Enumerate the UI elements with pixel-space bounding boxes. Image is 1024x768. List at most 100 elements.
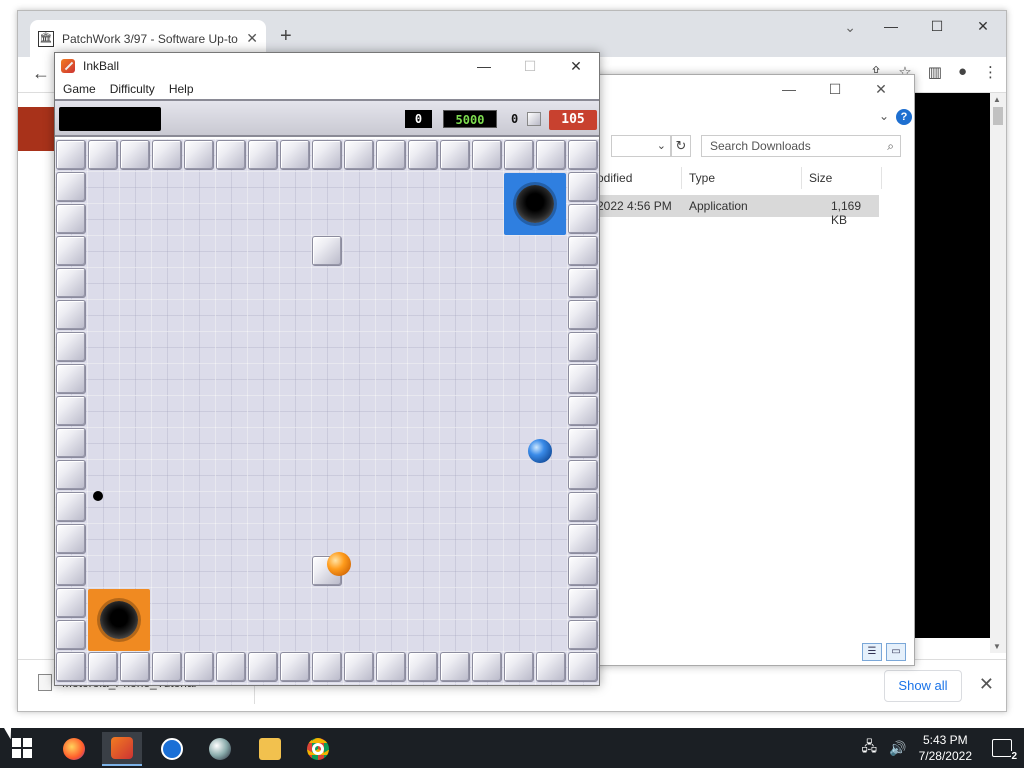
border-wall-block xyxy=(568,620,598,650)
inkball-app-icon xyxy=(61,59,75,73)
explorer-window-controls: — ☐ ✕ xyxy=(766,81,904,98)
file-row[interactable]: 2022 4:56 PM Application 1,169 KB xyxy=(561,195,879,227)
menu-game[interactable]: Game xyxy=(63,82,96,96)
border-wall-block xyxy=(56,492,86,522)
inkball-title: InkBall xyxy=(83,59,120,73)
inkball-window-controls: — ☐ ✕ xyxy=(461,53,599,79)
clock[interactable]: 5:43 PM 7/28/2022 xyxy=(919,732,972,764)
col-type[interactable]: Type xyxy=(689,171,715,185)
ribbon-expand-icon[interactable]: ⌄ xyxy=(879,109,889,123)
volume-icon[interactable]: 🔊 xyxy=(889,740,906,757)
back-arrow-icon[interactable]: ← xyxy=(32,63,50,84)
border-wall-block xyxy=(568,556,598,586)
explorer-nav-row: ⌄ ↻ Search Downloads ⌕ xyxy=(561,135,914,159)
network-icon[interactable]: 🖧 xyxy=(862,736,878,760)
search-input[interactable]: Search Downloads ⌕ xyxy=(701,135,901,157)
more-menu-icon[interactable]: ⋮ xyxy=(983,63,998,81)
teamviewer-icon[interactable] xyxy=(152,732,192,766)
border-wall-block xyxy=(440,652,470,682)
border-wall-block xyxy=(568,652,598,682)
hud-grey-count: 0 xyxy=(511,112,519,126)
border-wall-block xyxy=(568,268,598,298)
minimize-button[interactable]: — xyxy=(868,11,914,41)
clock-time: 5:43 PM xyxy=(922,733,968,747)
windows-start-icon[interactable] xyxy=(12,738,32,758)
column-headers: odified Type Size xyxy=(561,167,914,189)
border-wall-block xyxy=(472,652,502,682)
address-dropdown[interactable]: ⌄ xyxy=(611,135,671,157)
border-wall-block xyxy=(280,140,310,170)
details-view-icon[interactable]: ☰ xyxy=(862,643,882,661)
tab-search-icon[interactable]: ⌄ xyxy=(844,19,856,36)
border-wall-block xyxy=(536,652,566,682)
firefox-logo xyxy=(63,738,85,760)
border-wall-block xyxy=(184,140,214,170)
border-wall-block xyxy=(568,332,598,362)
scroll-down-icon[interactable]: ▼ xyxy=(993,642,1001,651)
file-explorer-icon[interactable] xyxy=(250,732,290,766)
sidepanel-icon[interactable]: ▥ xyxy=(928,63,942,81)
inkball-hud: 0 5000 0 105 xyxy=(55,99,599,137)
inkball-icon[interactable] xyxy=(102,732,142,766)
marble-icon[interactable] xyxy=(200,732,240,766)
border-wall-block xyxy=(344,140,374,170)
marble-logo xyxy=(209,738,231,760)
browser-window-controls: — ☐ ✕ xyxy=(868,11,1006,41)
border-wall-block xyxy=(56,268,86,298)
help-icon[interactable]: ? xyxy=(896,109,912,125)
col-modified[interactable]: odified xyxy=(597,171,632,185)
page-header-band xyxy=(18,107,58,151)
border-wall-block xyxy=(344,652,374,682)
inkball-menubar: Game Difficulty Help xyxy=(55,79,599,99)
border-wall-block xyxy=(184,652,214,682)
explorer-minimize-button[interactable]: — xyxy=(766,81,812,98)
download-bar-close-icon[interactable]: ✕ xyxy=(979,674,994,695)
inkball-minimize-button[interactable]: — xyxy=(461,53,507,79)
border-wall-block xyxy=(56,620,86,650)
explorer-close-button[interactable]: ✕ xyxy=(858,81,904,98)
folder-logo xyxy=(259,738,281,760)
border-wall-block xyxy=(248,140,278,170)
border-wall-block xyxy=(536,140,566,170)
notification-icon[interactable]: 2 xyxy=(992,739,1017,762)
search-placeholder: Search Downloads xyxy=(710,139,811,153)
profile-icon[interactable]: ● xyxy=(958,63,967,81)
border-wall-block xyxy=(568,204,598,234)
scroll-up-icon[interactable]: ▲ xyxy=(993,95,1001,104)
firefox-icon[interactable] xyxy=(54,732,94,766)
border-wall-block xyxy=(568,396,598,426)
tab-close-icon[interactable]: ✕ xyxy=(246,30,258,47)
border-wall-block xyxy=(56,300,86,330)
menu-difficulty[interactable]: Difficulty xyxy=(110,82,155,96)
border-wall-block xyxy=(216,140,246,170)
col-size[interactable]: Size xyxy=(809,171,832,185)
ink-dot xyxy=(93,491,103,501)
border-wall-block xyxy=(440,140,470,170)
hole-pit xyxy=(516,185,554,223)
scroll-thumb[interactable] xyxy=(993,107,1003,125)
chrome-icon[interactable] xyxy=(298,732,338,766)
border-wall-block xyxy=(248,652,278,682)
border-wall-block xyxy=(504,140,534,170)
border-wall-block xyxy=(120,140,150,170)
new-tab-button[interactable]: + xyxy=(280,25,292,48)
thumbnails-view-icon[interactable]: ▭ xyxy=(886,643,906,661)
inkball-maximize-button: ☐ xyxy=(523,58,537,74)
border-wall-block xyxy=(56,236,86,266)
taskbar: 🖧 🔊 5:43 PM 7/28/2022 2 xyxy=(0,728,1024,768)
column-divider xyxy=(801,167,802,189)
refresh-button[interactable]: ↻ xyxy=(671,135,691,157)
menu-help[interactable]: Help xyxy=(169,82,194,96)
blue-hole xyxy=(504,173,566,235)
explorer-maximize-button[interactable]: ☐ xyxy=(812,81,858,98)
system-tray: 🖧 🔊 5:43 PM 7/28/2022 2 xyxy=(862,728,1024,768)
inkball-close-button[interactable]: ✕ xyxy=(553,53,599,79)
chrome-logo xyxy=(307,738,329,760)
hud-message-panel xyxy=(59,107,161,131)
hud-timer: 105 xyxy=(549,110,597,130)
show-all-button[interactable]: Show all xyxy=(884,670,962,702)
page-scrollbar[interactable]: ▲ ▼ xyxy=(990,93,1006,653)
close-button[interactable]: ✕ xyxy=(960,11,1006,41)
maximize-button[interactable]: ☐ xyxy=(914,11,960,41)
game-board[interactable] xyxy=(55,139,599,685)
